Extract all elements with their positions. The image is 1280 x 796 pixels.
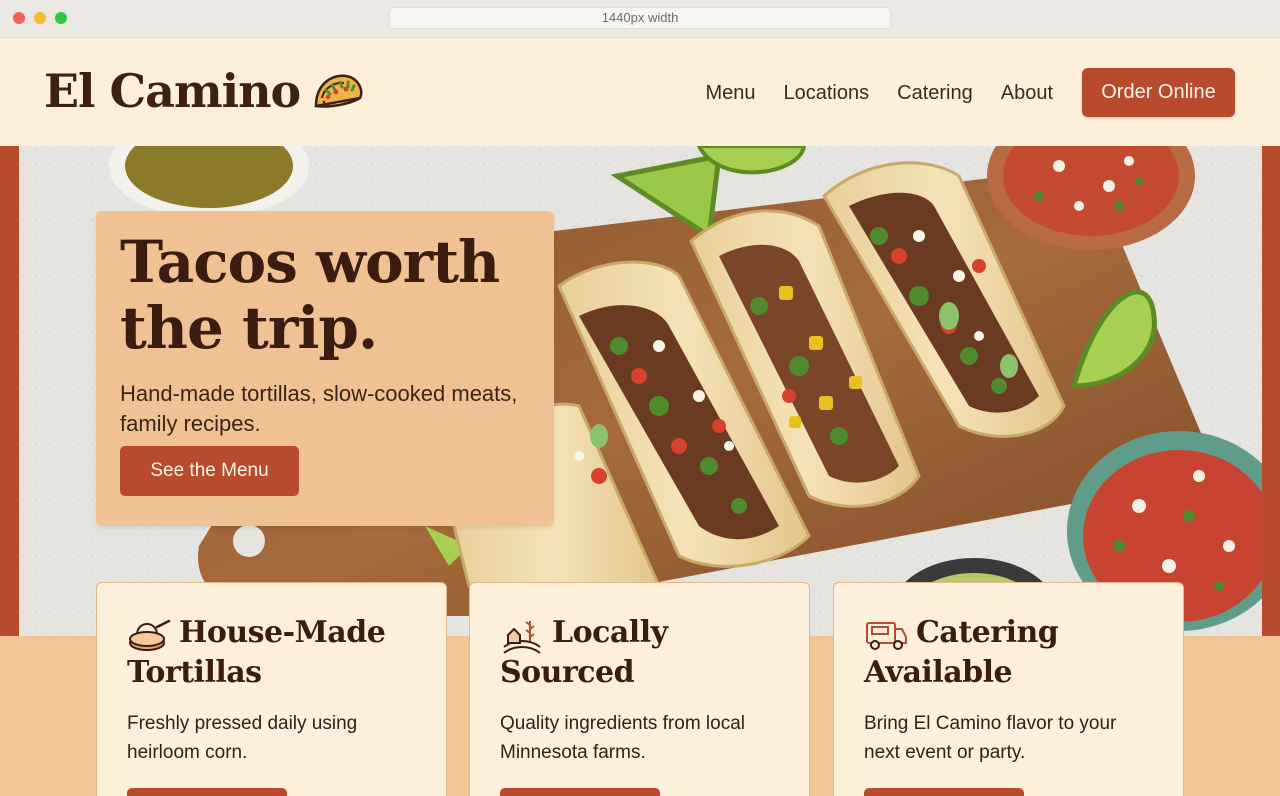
- food-truck-icon: [866, 622, 907, 650]
- feature-button[interactable]: [127, 788, 287, 796]
- feature-title-line1: Locally: [552, 615, 668, 650]
- feature-title-line2: Available: [864, 655, 1013, 690]
- hero-card: Tacos worth the trip. Hand-made tortilla…: [96, 211, 554, 526]
- nav-catering[interactable]: Catering: [897, 78, 973, 108]
- close-window-button[interactable]: [13, 12, 25, 24]
- feature-title-line2: Tortillas: [127, 655, 262, 690]
- hero-title-line1: Tacos worth: [120, 228, 500, 296]
- nav-menu[interactable]: Menu: [705, 78, 755, 108]
- address-bar[interactable]: 1440px width: [389, 7, 891, 29]
- hero-title: Tacos worth the trip.: [120, 229, 530, 361]
- maximize-window-button[interactable]: [55, 12, 67, 24]
- feature-description: Freshly pressed daily using heirloom cor…: [127, 713, 358, 763]
- minimize-window-button[interactable]: [34, 12, 46, 24]
- feature-button[interactable]: [500, 788, 660, 796]
- feature-card-tortillas: House-Made Tortillas Freshly pressed dai…: [96, 582, 447, 796]
- feature-title: House-Made Tortillas: [127, 613, 386, 693]
- taco-icon: [314, 74, 363, 108]
- feature-card-catering: Catering Available Bring El Camino flavo…: [833, 582, 1184, 796]
- see-menu-button[interactable]: See the Menu: [120, 446, 299, 496]
- logo[interactable]: El Camino: [44, 60, 366, 122]
- feature-title-line2: Sourced: [500, 655, 635, 690]
- nav-about[interactable]: About: [1001, 78, 1053, 108]
- logo-text: El Camino: [44, 64, 301, 118]
- feature-title-line1: House-Made: [179, 615, 386, 650]
- farm-icon: [503, 621, 541, 654]
- main-nav: Menu Locations Catering About: [705, 78, 1053, 108]
- hero-subtitle: Hand-made tortillas, slow-cooked meats, …: [120, 381, 518, 436]
- site-header: El Camino Menu Locations Catering About …: [0, 38, 1280, 146]
- feature-description: Bring El Camino flavor to your next even…: [864, 713, 1117, 763]
- feature-title: Catering Available: [864, 613, 1059, 693]
- feature-card-local: Locally Sourced Quality ingredients from…: [469, 582, 810, 796]
- feature-description: Quality ingredients from local Minnesota…: [500, 713, 745, 763]
- tortilla-press-icon: [129, 619, 171, 651]
- browser-chrome: 1440px width: [0, 0, 1280, 38]
- feature-button[interactable]: [864, 788, 1024, 796]
- nav-locations[interactable]: Locations: [784, 78, 870, 108]
- feature-title-line1: Catering: [916, 615, 1059, 650]
- feature-title: Locally Sourced: [500, 613, 668, 693]
- order-online-button[interactable]: Order Online: [1082, 68, 1235, 117]
- hero-title-line2: the trip.: [120, 294, 378, 362]
